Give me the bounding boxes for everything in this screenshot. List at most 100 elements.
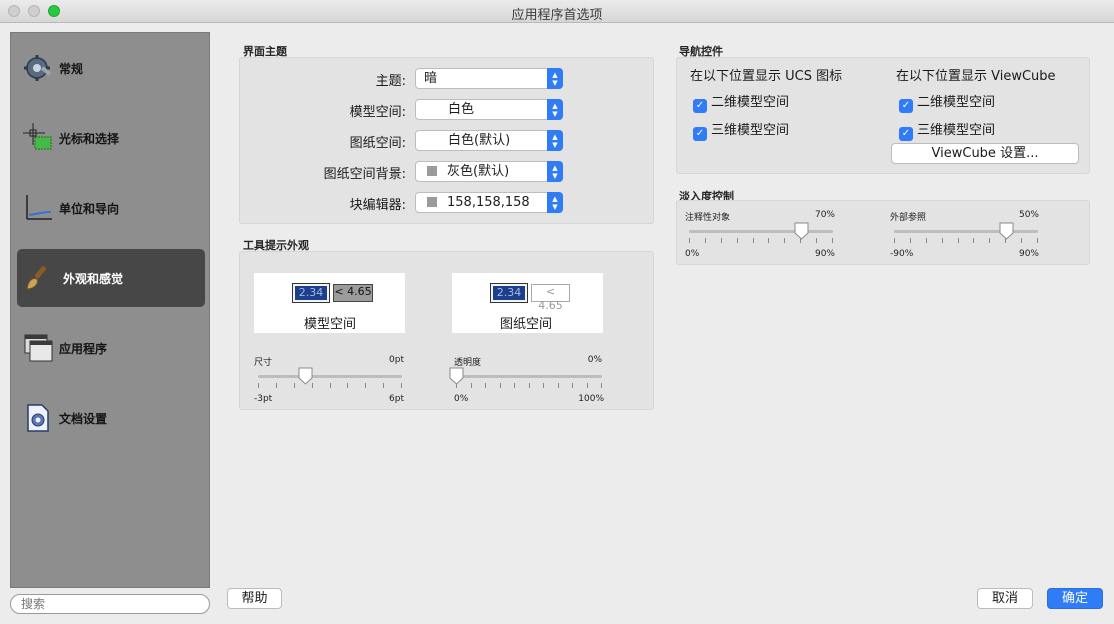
model-space-label: 模型空间: (349, 105, 406, 120)
slider-tick (330, 383, 331, 388)
slider-tick (471, 383, 472, 388)
cancel-button[interactable]: 取消 (977, 588, 1033, 609)
sidebar-item-label: 光标和选择 (59, 132, 120, 146)
chevron-updown-icon: ▲ ▼ (547, 68, 563, 89)
slider-tick (543, 383, 544, 388)
chevron-updown-icon: ▲ ▼ (547, 161, 563, 182)
annotation-slider-thumb[interactable] (794, 222, 809, 240)
annotation-slider-track[interactable] (689, 230, 833, 233)
viewcube-settings-button[interactable]: ViewCube 设置... (891, 143, 1079, 164)
preview-caption: 图纸空间 (500, 317, 553, 332)
slider-tick (973, 238, 974, 243)
size-slider-track[interactable] (258, 375, 402, 378)
block-editor-popup[interactable]: 158,158,158 ▲ ▼ (415, 192, 563, 213)
chevron-updown-icon: ▲ ▼ (547, 192, 563, 213)
sidebar: 常规 光标和选择 单位和导向 外观和感觉 应用程序 文档设置 (10, 32, 210, 588)
slider-tick (485, 383, 486, 388)
chevron-updown-icon: ▲ ▼ (547, 130, 563, 151)
fade-panel: 注释性对象 70% 0% 90% 外部参照 50% -90% 90% (676, 200, 1090, 265)
paintbrush-icon (26, 266, 46, 290)
transparency-slider-value: 0% (587, 355, 602, 365)
checkmark-icon: ✓ (693, 127, 707, 141)
sidebar-item-cursor-selection[interactable]: 光标和选择 (17, 109, 205, 167)
annotation-slider-value: 70% (814, 210, 835, 220)
sidebar-item-general[interactable]: 常规 (17, 39, 205, 97)
paper-space-popup[interactable]: 白色(默认) ▲ ▼ (415, 130, 563, 151)
paper-bg-popup[interactable]: 灰色(默认) ▲ ▼ (415, 161, 563, 182)
slider-tick (784, 238, 785, 243)
color-swatch (427, 197, 437, 207)
sidebar-item-document-settings[interactable]: 文档设置 (17, 389, 205, 447)
xref-slider-ticks (894, 238, 1038, 243)
transparency-slider-track[interactable] (456, 375, 602, 378)
transparency-slider-max: 100% (578, 394, 604, 404)
ok-button[interactable]: 确定 (1047, 588, 1103, 609)
size-slider-min: -3pt (254, 394, 273, 404)
slider-tick (601, 383, 602, 388)
sidebar-item-units[interactable]: 单位和导向 (17, 179, 205, 237)
popup-value: 灰色(默认) (447, 164, 510, 179)
checkbox-label: 二维模型空间 (917, 95, 996, 110)
tooltip-panel: 2.34 < 4.65 模型空间 2.34 < 4.65 图纸空间 尺寸 0pt… (239, 251, 654, 410)
nav-panel: 在以下位置显示 UCS 图标 ✓ 二维模型空间 ✓ 三维模型空间 在以下位置显示 V… (676, 57, 1090, 174)
preview-caption: 模型空间 (304, 317, 357, 332)
sidebar-item-application[interactable]: 应用程序 (17, 319, 205, 377)
preview-tooltip-value: < 4.65 (531, 284, 570, 312)
slider-tick (258, 383, 259, 388)
slider-tick (910, 238, 911, 243)
block-editor-label: 块编辑器: (349, 198, 406, 213)
checkmark-icon: ✓ (693, 99, 707, 113)
slider-tick (942, 238, 943, 243)
slider-tick (926, 238, 927, 243)
xref-slider-thumb[interactable] (999, 222, 1014, 240)
sidebar-item-label: 外观和感觉 (63, 272, 124, 286)
size-slider-thumb[interactable] (298, 367, 313, 385)
xref-slider-track[interactable] (894, 230, 1038, 233)
sidebar-item-label: 应用程序 (59, 342, 108, 356)
popup-value: 158,158,158 (447, 195, 530, 210)
slider-tick (1037, 238, 1038, 243)
slider-tick (1021, 238, 1022, 243)
paper-space-label: 图纸空间: (349, 136, 406, 151)
sidebar-item-label: 常规 (59, 62, 84, 76)
title-bar: 应用程序首选项 (0, 0, 1114, 23)
help-button[interactable]: 帮助 (227, 588, 282, 609)
xref-slider-min: -90% (890, 249, 914, 259)
checkbox-label: 二维模型空间 (711, 95, 790, 110)
ucs-2d-checkbox[interactable]: ✓ 二维模型空间 (693, 91, 789, 113)
slider-tick (401, 383, 402, 388)
slider-tick (689, 238, 690, 243)
checkbox-label: 三维模型空间 (711, 123, 790, 138)
sidebar-item-appearance[interactable]: 外观和感觉 (17, 249, 205, 307)
transparency-slider-thumb[interactable] (449, 367, 464, 385)
ucs-3d-checkbox[interactable]: ✓ 三维模型空间 (693, 119, 789, 141)
model-space-preview: 2.34 < 4.65 模型空间 (254, 273, 405, 333)
slider-tick (572, 383, 573, 388)
popup-value: 白色 (448, 102, 475, 117)
preview-tooltip-value: 2.34 (292, 283, 330, 303)
slider-tick (587, 383, 588, 388)
search-input[interactable] (10, 594, 210, 614)
slider-tick (721, 238, 722, 243)
window-title: 应用程序首选项 (511, 8, 603, 23)
slider-tick (365, 383, 366, 388)
viewcube-header: 在以下位置显示 ViewCube (896, 69, 1056, 84)
preview-tooltip-value: 2.34 (490, 283, 528, 303)
preview-tooltip-value: < 4.65 (333, 284, 373, 302)
size-slider-value: 0pt (389, 355, 404, 365)
document-icon (27, 404, 49, 432)
model-space-popup[interactable]: 白色 ▲ ▼ (415, 99, 563, 120)
size-slider-ticks (258, 383, 402, 388)
viewcube-2d-checkbox[interactable]: ✓ 二维模型空间 (899, 91, 995, 113)
slider-tick (558, 383, 559, 388)
slider-tick (294, 383, 295, 388)
checkmark-icon: ✓ (899, 99, 913, 113)
xref-slider-label: 外部参照 (890, 213, 927, 223)
theme-popup[interactable]: 暗 ▲ ▼ (415, 68, 563, 89)
slider-tick (705, 238, 706, 243)
viewcube-3d-checkbox[interactable]: ✓ 三维模型空间 (899, 119, 995, 141)
paper-bg-label: 图纸空间背景: (323, 167, 406, 182)
annotation-slider-min: 0% (685, 249, 700, 259)
xref-slider-value: 50% (1018, 210, 1039, 220)
sidebar-item-label: 文档设置 (59, 412, 108, 426)
